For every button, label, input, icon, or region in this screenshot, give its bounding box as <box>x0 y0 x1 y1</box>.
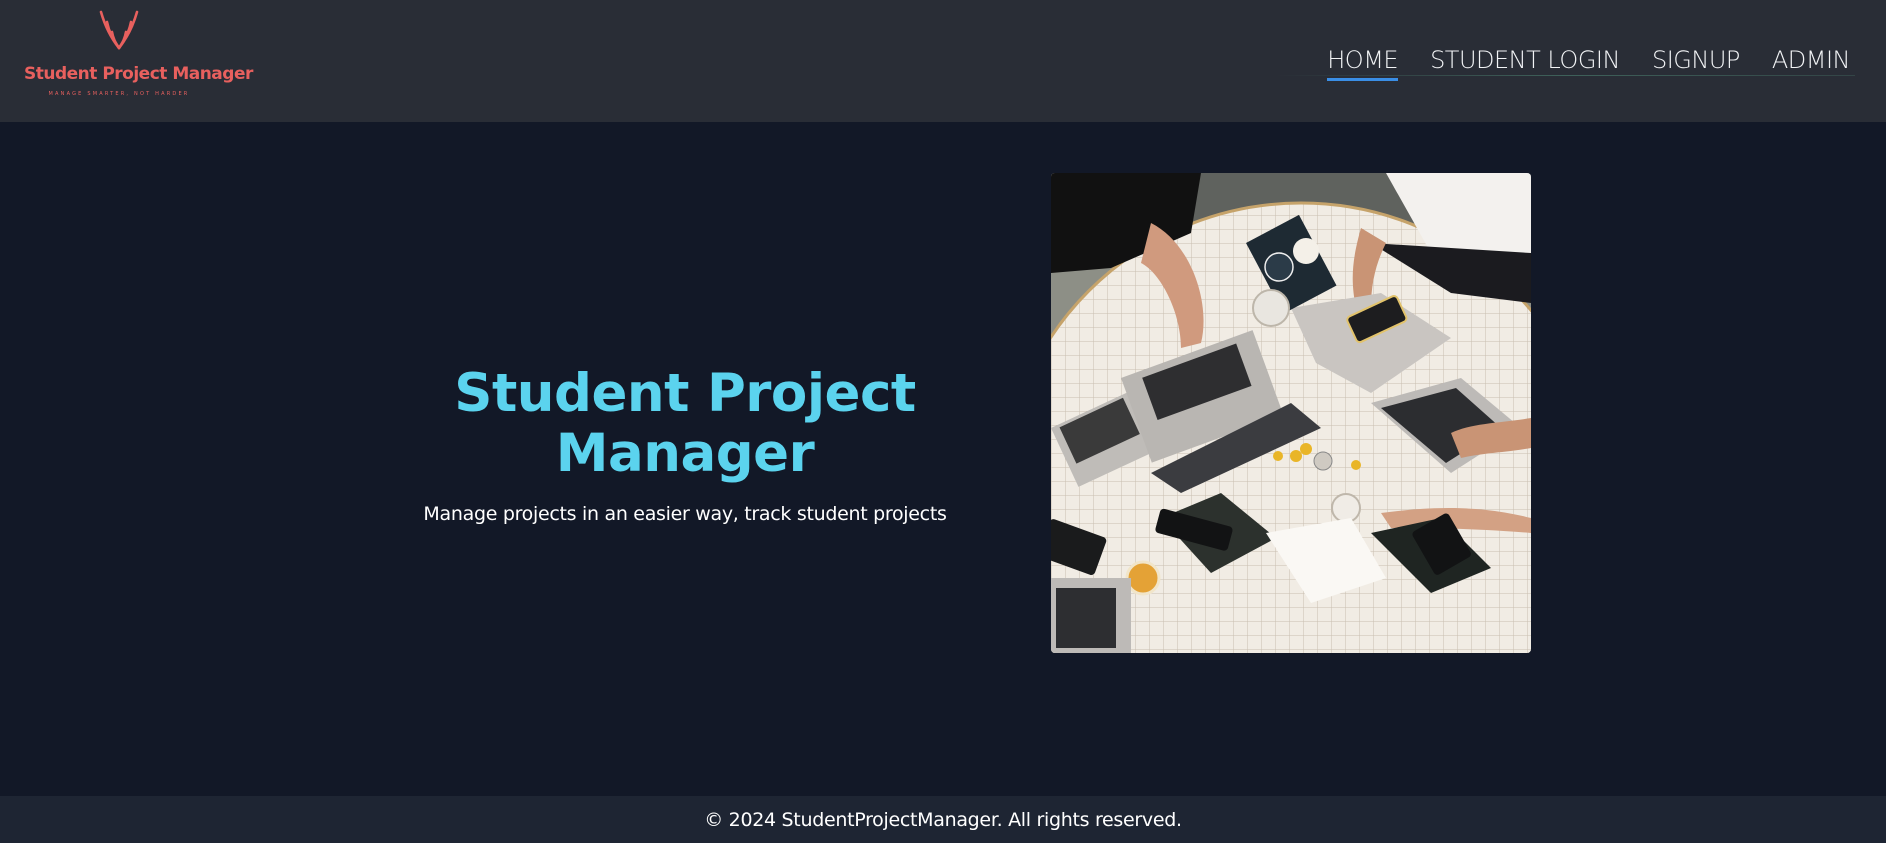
nav-student-login-link[interactable]: STUDENT LOGIN <box>1430 46 1620 78</box>
nav-signup-link[interactable]: SIGNUP <box>1652 46 1740 78</box>
hero-subtitle: Manage projects in an easier way, track … <box>423 503 947 525</box>
logo-title: Student Project Manager <box>24 64 253 84</box>
site-header: Student Project Manager MANAGE SMARTER, … <box>0 0 1886 122</box>
site-logo[interactable]: Student Project Manager MANAGE SMARTER, … <box>24 8 253 104</box>
hero-title: Student Project Manager <box>454 363 916 484</box>
site-footer: © 2024 StudentProjectManager. All rights… <box>0 796 1886 843</box>
footer-copyright: © 2024 StudentProjectManager. All rights… <box>704 809 1182 831</box>
logo-tagline: MANAGE SMARTER, NOT HARDER <box>48 91 190 97</box>
nav-home-link[interactable]: HOME <box>1327 46 1399 81</box>
hero-text-block: Student Project Manager Manage projects … <box>400 364 970 526</box>
feather-wings-icon <box>99 10 139 50</box>
team-laptops-photo <box>1051 173 1531 653</box>
nav-admin-link[interactable]: ADMIN <box>1772 46 1851 78</box>
hero-image <box>1051 173 1531 653</box>
main-nav: HOME STUDENT LOGIN SIGNUP ADMIN <box>1327 46 1851 81</box>
